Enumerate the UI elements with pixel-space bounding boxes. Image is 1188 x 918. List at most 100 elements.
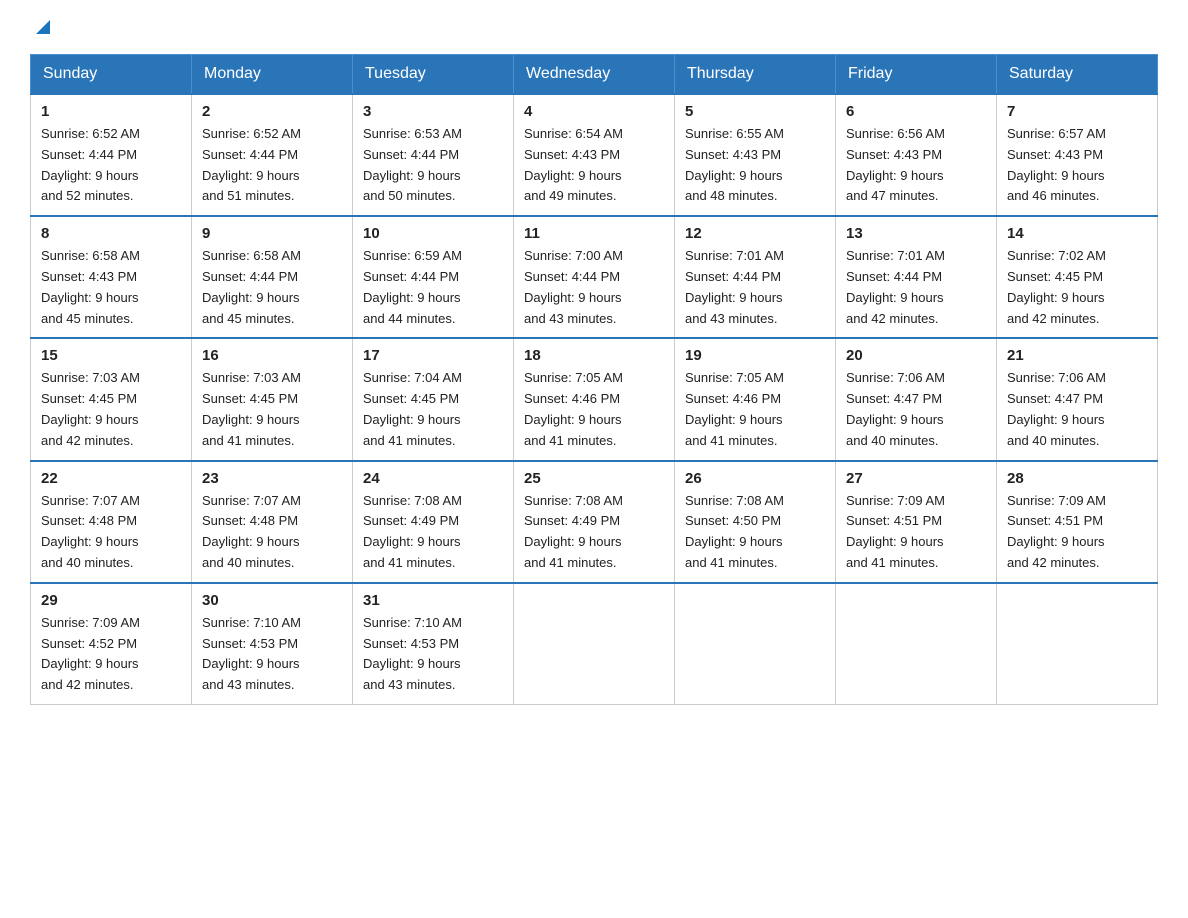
calendar-cell: 7 Sunrise: 6:57 AM Sunset: 4:43 PM Dayli… (997, 94, 1158, 216)
day-info: Sunrise: 7:02 AM Sunset: 4:45 PM Dayligh… (1007, 246, 1147, 329)
day-info: Sunrise: 7:03 AM Sunset: 4:45 PM Dayligh… (41, 368, 181, 451)
calendar-cell: 23 Sunrise: 7:07 AM Sunset: 4:48 PM Dayl… (192, 461, 353, 583)
calendar-cell: 30 Sunrise: 7:10 AM Sunset: 4:53 PM Dayl… (192, 583, 353, 705)
day-info: Sunrise: 7:06 AM Sunset: 4:47 PM Dayligh… (1007, 368, 1147, 451)
day-number: 26 (685, 470, 825, 487)
page-header (30, 20, 1158, 36)
calendar-cell: 13 Sunrise: 7:01 AM Sunset: 4:44 PM Dayl… (836, 216, 997, 338)
day-info: Sunrise: 7:03 AM Sunset: 4:45 PM Dayligh… (202, 368, 342, 451)
day-info: Sunrise: 6:54 AM Sunset: 4:43 PM Dayligh… (524, 124, 664, 207)
day-number: 22 (41, 470, 181, 487)
day-number: 30 (202, 592, 342, 609)
day-number: 19 (685, 347, 825, 364)
weekday-header-monday: Monday (192, 55, 353, 95)
calendar-cell: 2 Sunrise: 6:52 AM Sunset: 4:44 PM Dayli… (192, 94, 353, 216)
calendar-cell: 25 Sunrise: 7:08 AM Sunset: 4:49 PM Dayl… (514, 461, 675, 583)
day-number: 31 (363, 592, 503, 609)
day-number: 7 (1007, 103, 1147, 120)
calendar-cell: 31 Sunrise: 7:10 AM Sunset: 4:53 PM Dayl… (353, 583, 514, 705)
day-info: Sunrise: 7:08 AM Sunset: 4:49 PM Dayligh… (524, 491, 664, 574)
day-number: 17 (363, 347, 503, 364)
calendar-week-row: 29 Sunrise: 7:09 AM Sunset: 4:52 PM Dayl… (31, 583, 1158, 705)
weekday-header-saturday: Saturday (997, 55, 1158, 95)
day-number: 3 (363, 103, 503, 120)
day-info: Sunrise: 7:05 AM Sunset: 4:46 PM Dayligh… (524, 368, 664, 451)
day-number: 24 (363, 470, 503, 487)
calendar-cell: 29 Sunrise: 7:09 AM Sunset: 4:52 PM Dayl… (31, 583, 192, 705)
calendar-cell: 3 Sunrise: 6:53 AM Sunset: 4:44 PM Dayli… (353, 94, 514, 216)
day-number: 21 (1007, 347, 1147, 364)
day-number: 23 (202, 470, 342, 487)
day-number: 4 (524, 103, 664, 120)
calendar-cell: 22 Sunrise: 7:07 AM Sunset: 4:48 PM Dayl… (31, 461, 192, 583)
day-number: 5 (685, 103, 825, 120)
day-info: Sunrise: 6:52 AM Sunset: 4:44 PM Dayligh… (202, 124, 342, 207)
day-info: Sunrise: 7:05 AM Sunset: 4:46 PM Dayligh… (685, 368, 825, 451)
weekday-header-friday: Friday (836, 55, 997, 95)
day-number: 14 (1007, 225, 1147, 242)
day-number: 13 (846, 225, 986, 242)
calendar-cell: 15 Sunrise: 7:03 AM Sunset: 4:45 PM Dayl… (31, 338, 192, 460)
day-info: Sunrise: 7:07 AM Sunset: 4:48 PM Dayligh… (41, 491, 181, 574)
calendar-header-row: SundayMondayTuesdayWednesdayThursdayFrid… (31, 55, 1158, 95)
weekday-header-sunday: Sunday (31, 55, 192, 95)
day-number: 18 (524, 347, 664, 364)
calendar-cell (836, 583, 997, 705)
calendar-cell: 4 Sunrise: 6:54 AM Sunset: 4:43 PM Dayli… (514, 94, 675, 216)
day-info: Sunrise: 6:58 AM Sunset: 4:44 PM Dayligh… (202, 246, 342, 329)
weekday-header-thursday: Thursday (675, 55, 836, 95)
day-info: Sunrise: 7:07 AM Sunset: 4:48 PM Dayligh… (202, 491, 342, 574)
calendar-cell: 5 Sunrise: 6:55 AM Sunset: 4:43 PM Dayli… (675, 94, 836, 216)
calendar-cell: 10 Sunrise: 6:59 AM Sunset: 4:44 PM Dayl… (353, 216, 514, 338)
day-info: Sunrise: 6:55 AM Sunset: 4:43 PM Dayligh… (685, 124, 825, 207)
day-info: Sunrise: 7:01 AM Sunset: 4:44 PM Dayligh… (846, 246, 986, 329)
calendar-cell: 1 Sunrise: 6:52 AM Sunset: 4:44 PM Dayli… (31, 94, 192, 216)
calendar-cell: 17 Sunrise: 7:04 AM Sunset: 4:45 PM Dayl… (353, 338, 514, 460)
day-info: Sunrise: 7:04 AM Sunset: 4:45 PM Dayligh… (363, 368, 503, 451)
day-info: Sunrise: 6:53 AM Sunset: 4:44 PM Dayligh… (363, 124, 503, 207)
calendar-cell: 11 Sunrise: 7:00 AM Sunset: 4:44 PM Dayl… (514, 216, 675, 338)
day-number: 8 (41, 225, 181, 242)
weekday-header-wednesday: Wednesday (514, 55, 675, 95)
calendar-cell (514, 583, 675, 705)
day-number: 2 (202, 103, 342, 120)
day-number: 20 (846, 347, 986, 364)
logo (30, 20, 54, 36)
day-number: 29 (41, 592, 181, 609)
day-info: Sunrise: 7:09 AM Sunset: 4:51 PM Dayligh… (846, 491, 986, 574)
calendar-cell: 24 Sunrise: 7:08 AM Sunset: 4:49 PM Dayl… (353, 461, 514, 583)
day-info: Sunrise: 6:58 AM Sunset: 4:43 PM Dayligh… (41, 246, 181, 329)
day-info: Sunrise: 7:00 AM Sunset: 4:44 PM Dayligh… (524, 246, 664, 329)
calendar-week-row: 15 Sunrise: 7:03 AM Sunset: 4:45 PM Dayl… (31, 338, 1158, 460)
day-info: Sunrise: 7:09 AM Sunset: 4:52 PM Dayligh… (41, 613, 181, 696)
day-info: Sunrise: 7:10 AM Sunset: 4:53 PM Dayligh… (202, 613, 342, 696)
calendar-cell: 28 Sunrise: 7:09 AM Sunset: 4:51 PM Dayl… (997, 461, 1158, 583)
day-info: Sunrise: 6:56 AM Sunset: 4:43 PM Dayligh… (846, 124, 986, 207)
day-number: 1 (41, 103, 181, 120)
day-number: 15 (41, 347, 181, 364)
day-number: 25 (524, 470, 664, 487)
weekday-header-tuesday: Tuesday (353, 55, 514, 95)
calendar-cell: 26 Sunrise: 7:08 AM Sunset: 4:50 PM Dayl… (675, 461, 836, 583)
calendar-cell: 18 Sunrise: 7:05 AM Sunset: 4:46 PM Dayl… (514, 338, 675, 460)
day-info: Sunrise: 7:06 AM Sunset: 4:47 PM Dayligh… (846, 368, 986, 451)
calendar-cell: 8 Sunrise: 6:58 AM Sunset: 4:43 PM Dayli… (31, 216, 192, 338)
day-info: Sunrise: 7:08 AM Sunset: 4:49 PM Dayligh… (363, 491, 503, 574)
day-info: Sunrise: 7:01 AM Sunset: 4:44 PM Dayligh… (685, 246, 825, 329)
day-info: Sunrise: 6:57 AM Sunset: 4:43 PM Dayligh… (1007, 124, 1147, 207)
calendar-cell: 20 Sunrise: 7:06 AM Sunset: 4:47 PM Dayl… (836, 338, 997, 460)
day-number: 27 (846, 470, 986, 487)
calendar-cell: 9 Sunrise: 6:58 AM Sunset: 4:44 PM Dayli… (192, 216, 353, 338)
calendar-cell (997, 583, 1158, 705)
day-number: 16 (202, 347, 342, 364)
day-info: Sunrise: 7:09 AM Sunset: 4:51 PM Dayligh… (1007, 491, 1147, 574)
calendar-cell: 19 Sunrise: 7:05 AM Sunset: 4:46 PM Dayl… (675, 338, 836, 460)
day-info: Sunrise: 6:59 AM Sunset: 4:44 PM Dayligh… (363, 246, 503, 329)
logo-triangle-icon (32, 16, 54, 38)
calendar-cell: 16 Sunrise: 7:03 AM Sunset: 4:45 PM Dayl… (192, 338, 353, 460)
day-info: Sunrise: 7:08 AM Sunset: 4:50 PM Dayligh… (685, 491, 825, 574)
day-info: Sunrise: 7:10 AM Sunset: 4:53 PM Dayligh… (363, 613, 503, 696)
calendar-week-row: 1 Sunrise: 6:52 AM Sunset: 4:44 PM Dayli… (31, 94, 1158, 216)
day-info: Sunrise: 6:52 AM Sunset: 4:44 PM Dayligh… (41, 124, 181, 207)
day-number: 10 (363, 225, 503, 242)
